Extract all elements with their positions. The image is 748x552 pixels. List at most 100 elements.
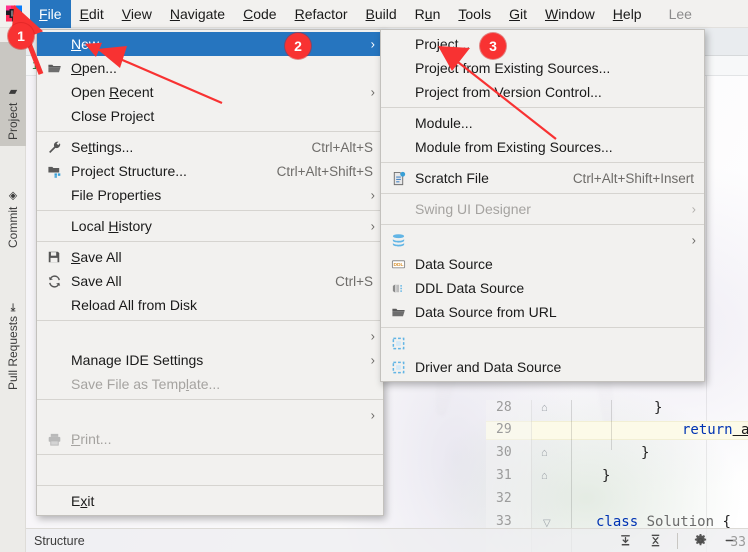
menu-separator [37,131,383,132]
menu-view[interactable]: View [113,0,161,28]
menu-item-label: New [71,36,99,52]
folder-open-icon [46,60,62,76]
menu-item-label: Print... [71,431,111,447]
fold-collapse-icon[interactable]: ⌂ [541,470,552,481]
file-menu-popup[interactable]: New › Open... Open Recent › Close Projec… [36,29,384,516]
menu-item-power-save-mode[interactable] [37,458,383,482]
bottom-line-number: 33 [730,535,746,550]
fold-collapse-icon[interactable]: ⌂ [541,402,552,413]
fold-collapse-icon[interactable]: ⌂ [541,447,552,458]
menu-item-label: Save All [71,273,122,289]
annotation-badge-1: 1 [8,23,34,49]
menu-item-save-all[interactable]: Save All [37,245,383,269]
menu-item-accelerator: Ctrl+Alt+S [287,140,373,155]
menu-item-label: Settings... [71,139,133,155]
code-line: } [602,468,610,484]
scratch-file-icon [390,170,406,186]
folder-open-icon [390,304,406,320]
menu-help[interactable]: Help [604,0,651,28]
menu-item-label: Project from Existing Sources... [415,60,610,76]
menu-separator [381,107,704,108]
menu-item-new[interactable]: New › [37,32,383,56]
pull-request-icon: ⇤ [7,303,20,312]
menu-item-label: Module from Existing Sources... [415,139,613,155]
menu-item-label: Open... [71,60,117,76]
menu-run[interactable]: Run [406,0,450,28]
menu-separator [381,327,704,328]
menu-item-driver-and-data-source[interactable] [381,331,704,355]
menu-item-project[interactable]: Project... [381,32,704,56]
menu-item-scratch-file[interactable]: Scratch File Ctrl+Alt+Shift+Insert [381,166,704,190]
menu-item-data-source-from-url[interactable]: DDL Data Source [381,276,704,300]
project-structure-icon [46,163,62,179]
bottom-bar: Structure [26,528,748,552]
intellij-idea-logo-icon[interactable]: IJ [4,4,24,24]
sidebar-item-label: Commit [6,207,20,248]
menu-item-invalidate-caches[interactable]: Reload All from Disk [37,293,383,317]
menu-build[interactable]: Build [357,0,406,28]
menu-item-project-from-existing-sources[interactable]: Project from Existing Sources... [381,56,704,80]
menu-navigate[interactable]: Navigate [161,0,234,28]
structure-label[interactable]: Structure [26,534,85,548]
menu-item-label: Module... [415,115,473,131]
menu-separator [37,485,383,486]
menu-item-reload-all-from-disk[interactable]: Save All Ctrl+S [37,269,383,293]
line-number: 32 [496,491,742,506]
menu-code[interactable]: Code [234,0,285,28]
menu-bar: IJ File Edit View Navigate Code Refactor… [0,0,748,28]
driver-icon [390,335,406,351]
code-line: } [641,445,649,461]
menu-item-label: Manage IDE Settings [71,352,203,368]
menu-item-settings[interactable]: Settings... Ctrl+Alt+S [37,135,383,159]
sidebar-item-label: Project [6,103,20,140]
menu-item-module-from-existing-sources[interactable]: Module from Existing Sources... [381,135,704,159]
chevron-right-icon: › [692,234,696,247]
menu-item-data-source[interactable]: › [381,228,704,252]
chevron-right-icon: › [371,330,375,343]
driver-icon [390,359,406,375]
sidebar-item-label: Pull Requests [6,316,20,390]
menu-item-local-history[interactable]: Local History › [37,214,383,238]
collapse-all-icon[interactable] [617,533,633,549]
menu-item-label: Swing UI Designer [415,201,531,217]
sidebar-item-commit[interactable]: Commit ◈ [0,154,26,254]
menu-item-label: Project... [415,36,470,52]
menu-item-new-projects-setup[interactable]: Manage IDE Settings › [37,348,383,372]
line-number: 31 [496,468,742,483]
menu-item-open-recent[interactable]: Open Recent › [37,80,383,104]
sidebar-item-pull-requests[interactable]: Pull Requests ⇤ [0,262,26,396]
menu-tools[interactable]: Tools [449,0,500,28]
menu-item-manage-ide-settings[interactable]: › [37,324,383,348]
print-icon [46,431,62,447]
menu-item-ddl-data-source[interactable]: DDL Data Source [381,252,704,276]
bottom-bar-icons [617,533,748,549]
menu-git[interactable]: Git [500,0,536,28]
sidebar-item-project[interactable]: Project ▰ [0,42,26,146]
new-submenu-popup[interactable]: Project... Project from Existing Sources… [380,29,705,382]
menu-item-driver[interactable]: Driver and Data Source [381,355,704,379]
code-identifier: an [733,422,748,438]
menu-separator [381,193,704,194]
menu-item-file-properties[interactable]: File Properties › [37,183,383,207]
menu-item-exit[interactable]: Exit [37,489,383,513]
svg-text:IJ: IJ [11,9,17,18]
menu-item-module[interactable]: Module... [381,111,704,135]
menu-item-export[interactable]: › [37,403,383,427]
chevron-right-icon: › [371,220,375,233]
menu-edit[interactable]: Edit [71,0,113,28]
menu-refactor[interactable]: Refactor [286,0,357,28]
menu-item-data-source-from-path[interactable]: Data Source from URL [381,300,704,324]
menu-item-project-structure[interactable]: Project Structure... Ctrl+Alt+Shift+S [37,159,383,183]
menu-item-label: File Properties [71,187,161,203]
expand-all-icon[interactable] [647,533,663,549]
menu-item-accelerator: Ctrl+S [311,274,373,289]
menu-window[interactable]: Window [536,0,604,28]
database-icon [390,232,406,248]
ide-window: 176\Ma n a. tring g an int trin f (n a 2… [0,0,748,552]
menu-item-close-project[interactable]: Close Project [37,104,383,128]
menu-item-open[interactable]: Open... [37,56,383,80]
menu-item-project-from-version-control[interactable]: Project from Version Control... [381,80,704,104]
annotation-badge-2: 2 [285,33,311,59]
settings-gear-icon[interactable] [692,533,708,549]
menu-file[interactable]: File [30,0,71,28]
